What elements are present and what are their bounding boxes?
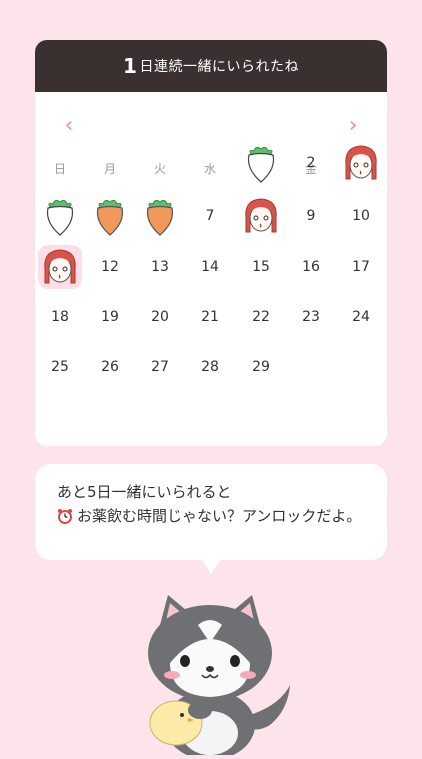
message-line2: お薬飲む時間じゃない？アンロックだよ。 — [77, 507, 362, 525]
calendar-day[interactable]: 12 — [88, 245, 132, 289]
girl-face-icon[interactable] — [239, 194, 283, 238]
calendar-day[interactable]: 21 — [188, 295, 232, 339]
calendar-day[interactable]: 9 — [289, 194, 333, 238]
gray-cat-with-chick-icon — [130, 585, 290, 759]
calendar-day[interactable]: 17 — [339, 245, 383, 289]
calendar-day[interactable]: 19 — [88, 295, 132, 339]
weekday-row: 日月火水木金土 — [35, 160, 387, 180]
calendar-day[interactable]: 24 — [339, 295, 383, 339]
calendar-card: 1 日連続一緒にいられたね ‹ › 日月火水木金土 27910121314151… — [35, 40, 387, 446]
calendar-day[interactable]: 23 — [289, 295, 333, 339]
carrot-icon[interactable] — [138, 194, 182, 238]
streak-header: 1 日連続一緒にいられたね — [35, 40, 387, 92]
prev-month-icon[interactable]: ‹ — [57, 114, 81, 138]
calendar-day[interactable]: 2 — [289, 141, 333, 185]
streak-text: 日連続一緒にいられたね — [139, 59, 299, 75]
radish-white-icon[interactable] — [38, 194, 82, 238]
calendar-day[interactable]: 7 — [188, 194, 232, 238]
next-month-icon[interactable]: › — [341, 114, 365, 138]
girl-face-icon[interactable] — [339, 141, 383, 185]
weekday-label: 月 — [103, 162, 116, 176]
calendar-day[interactable]: 13 — [138, 245, 182, 289]
calendar-day[interactable]: 28 — [188, 345, 232, 389]
message-bubble: あと5日一緒にいられると お薬飲む時間じゃない？アンロックだよ。 — [35, 464, 387, 560]
calendar-day[interactable]: 22 — [239, 295, 283, 339]
alarm-clock-icon — [57, 507, 73, 531]
bubble-tail — [202, 560, 220, 574]
carrot-icon[interactable] — [88, 194, 132, 238]
streak-count: 1 — [123, 54, 138, 78]
calendar-day[interactable]: 15 — [239, 245, 283, 289]
calendar-day[interactable]: 26 — [88, 345, 132, 389]
girl-face-icon[interactable] — [38, 245, 82, 289]
weekday-label: 火 — [153, 162, 166, 176]
message-text: あと5日一緒にいられると お薬飲む時間じゃない？アンロックだよ。 — [57, 480, 373, 531]
calendar-day[interactable]: 25 — [38, 345, 82, 389]
message-line1: あと5日一緒にいられると — [57, 483, 232, 501]
calendar-day[interactable]: 14 — [188, 245, 232, 289]
calendar-day[interactable]: 10 — [339, 194, 383, 238]
calendar-day[interactable]: 16 — [289, 245, 333, 289]
calendar-day[interactable]: 20 — [138, 295, 182, 339]
weekday-label: 日 — [53, 162, 66, 176]
calendar-day[interactable]: 29 — [239, 345, 283, 389]
calendar-day[interactable]: 27 — [138, 345, 182, 389]
weekday-label: 水 — [203, 162, 216, 176]
radish-white-icon[interactable] — [239, 141, 283, 185]
calendar-day[interactable]: 18 — [38, 295, 82, 339]
